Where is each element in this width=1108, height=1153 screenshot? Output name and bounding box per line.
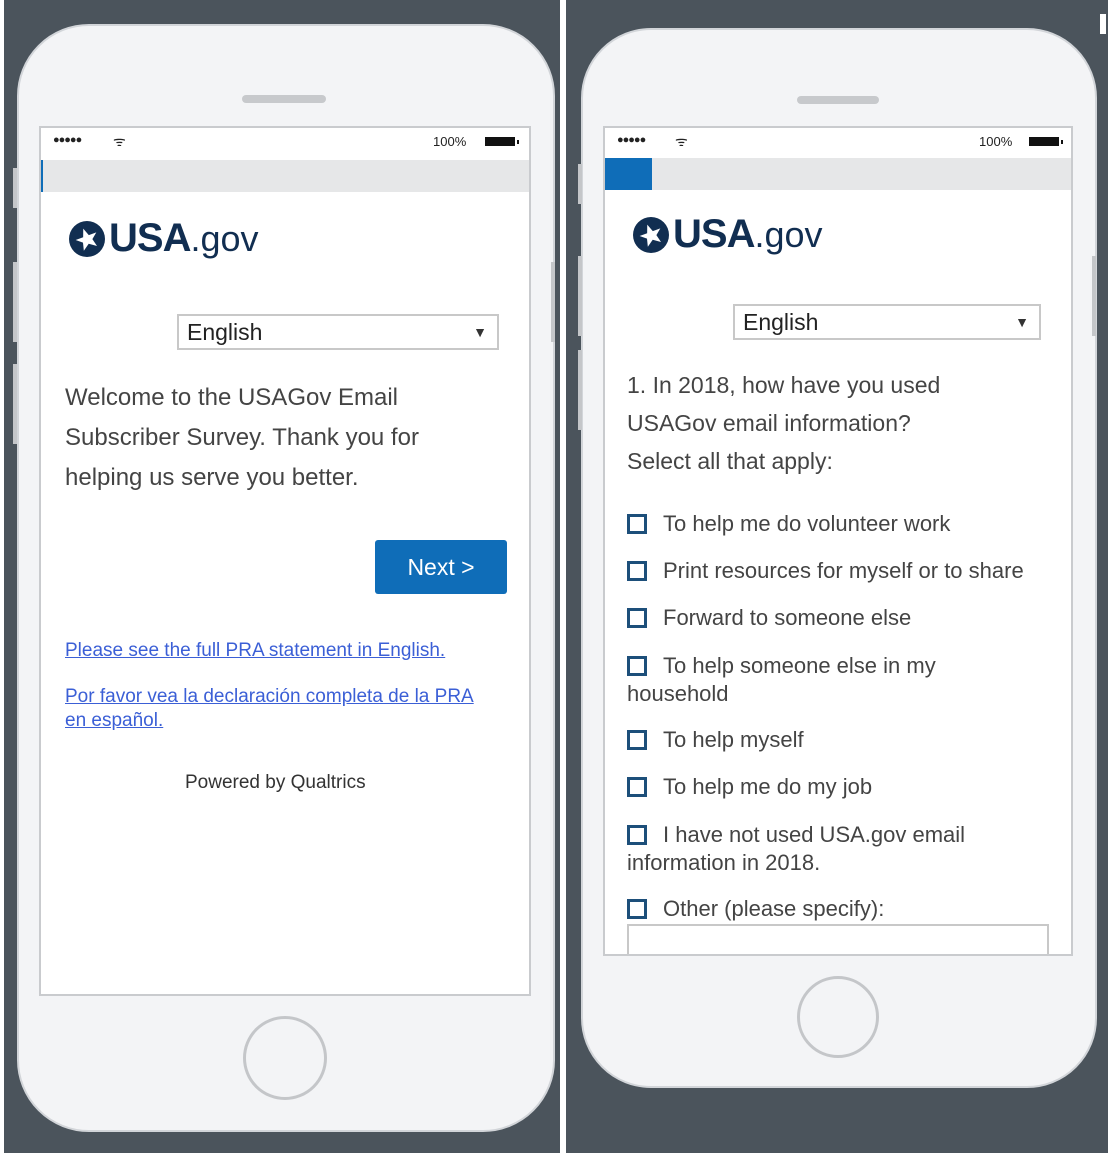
checkbox[interactable] [627, 730, 647, 750]
checkbox[interactable] [627, 899, 647, 919]
checkbox[interactable] [627, 514, 647, 534]
checkbox[interactable] [627, 777, 647, 797]
powered-by-qualtrics: Powered by Qualtrics [185, 772, 366, 793]
option-label: To help someone else in my household [627, 653, 936, 706]
signal-icon: ●●●●● [617, 134, 646, 146]
side-button [13, 364, 17, 444]
welcome-text: Welcome to the USAGov Email Subscriber S… [65, 384, 419, 491]
question-text: 1. In 2018, how have you used USAGov ema… [627, 372, 941, 436]
signal-icon: ●●●●● [53, 134, 82, 146]
phone-screen-left: ●●●●● ᯤ 100% USA .gov English ▼ Welcome t… [39, 126, 531, 996]
speaker [242, 95, 326, 103]
side-button [1092, 256, 1096, 336]
phone-screen-right: ●●●●● ᯤ 100% USA .gov English ▼ 1. In 201… [603, 126, 1073, 956]
option-label: To help myself [663, 727, 804, 752]
option-label: I have not used USA.gov email informatio… [627, 822, 966, 875]
language-select-value: English [187, 319, 263, 345]
side-button [13, 262, 17, 342]
pra-statement-link-english[interactable]: Please see the full PRA statement in Eng… [65, 640, 505, 662]
corner-mark [1100, 14, 1106, 34]
side-button [551, 262, 555, 342]
progress-bar [41, 160, 529, 192]
battery-percent: 100% [979, 134, 1013, 149]
option-help-myself[interactable]: To help myself [627, 727, 804, 753]
checkbox[interactable] [627, 608, 647, 628]
progress-bar-fill [605, 158, 652, 190]
option-label: Forward to someone else [663, 605, 912, 630]
home-button[interactable] [243, 1016, 327, 1100]
checkbox[interactable] [627, 825, 647, 845]
side-button [578, 350, 582, 430]
other-specify-input[interactable] [627, 924, 1049, 954]
option-print-resources[interactable]: Print resources for myself or to share [627, 558, 1024, 584]
option-volunteer-work[interactable]: To help me do volunteer work [627, 511, 950, 537]
usagov-logo: USA .gov [633, 212, 823, 257]
language-select[interactable]: English ▼ [733, 304, 1041, 340]
wifi-icon: ᯤ [113, 133, 126, 149]
status-bar: ●●●●● ᯤ 100% [605, 128, 1071, 156]
language-select-value: English [743, 309, 819, 335]
progress-bar-fill [41, 160, 43, 192]
option-forward[interactable]: Forward to someone else [627, 605, 911, 631]
progress-bar [605, 158, 1071, 190]
side-button [578, 256, 582, 336]
star-logo-icon [633, 216, 669, 253]
option-label: To help me do my job [663, 774, 873, 799]
wifi-icon: ᯤ [675, 133, 688, 149]
dropdown-arrow-icon: ▼ [1015, 314, 1029, 330]
option-my-job[interactable]: To help me do my job [627, 774, 872, 800]
checkbox[interactable] [627, 561, 647, 581]
status-bar: ●●●●● ᯤ 100% [41, 128, 529, 156]
speaker [797, 96, 879, 104]
next-button[interactable]: Next > [375, 540, 507, 594]
side-button [578, 164, 582, 204]
logo-gov-text: .gov [190, 217, 259, 259]
home-button[interactable] [797, 976, 879, 1058]
pra-statement-link-spanish[interactable]: Por favor vea la declaración completa de… [65, 685, 485, 733]
logo-usa-text: USA [109, 216, 191, 260]
battery-icon [485, 137, 519, 146]
dropdown-arrow-icon: ▼ [473, 324, 487, 340]
option-other[interactable]: Other (please specify): [627, 896, 884, 922]
option-label: To help me do volunteer work [663, 511, 951, 536]
option-label: Print resources for myself or to share [663, 558, 1024, 583]
option-not-used[interactable]: I have not used USA.gov email informatio… [627, 821, 997, 877]
star-logo-icon [69, 220, 105, 257]
logo-gov-text: .gov [754, 213, 823, 255]
option-household[interactable]: To help someone else in my household [627, 652, 977, 708]
battery-percent: 100% [433, 134, 467, 149]
instruction-text: Select all that apply: [627, 448, 833, 474]
battery-icon [1029, 137, 1063, 146]
language-select[interactable]: English ▼ [177, 314, 499, 350]
usagov-logo: USA .gov [69, 216, 259, 261]
checkbox[interactable] [627, 656, 647, 676]
option-label: Other (please specify): [663, 896, 885, 921]
logo-usa-text: USA [673, 212, 755, 256]
side-button [13, 168, 17, 208]
